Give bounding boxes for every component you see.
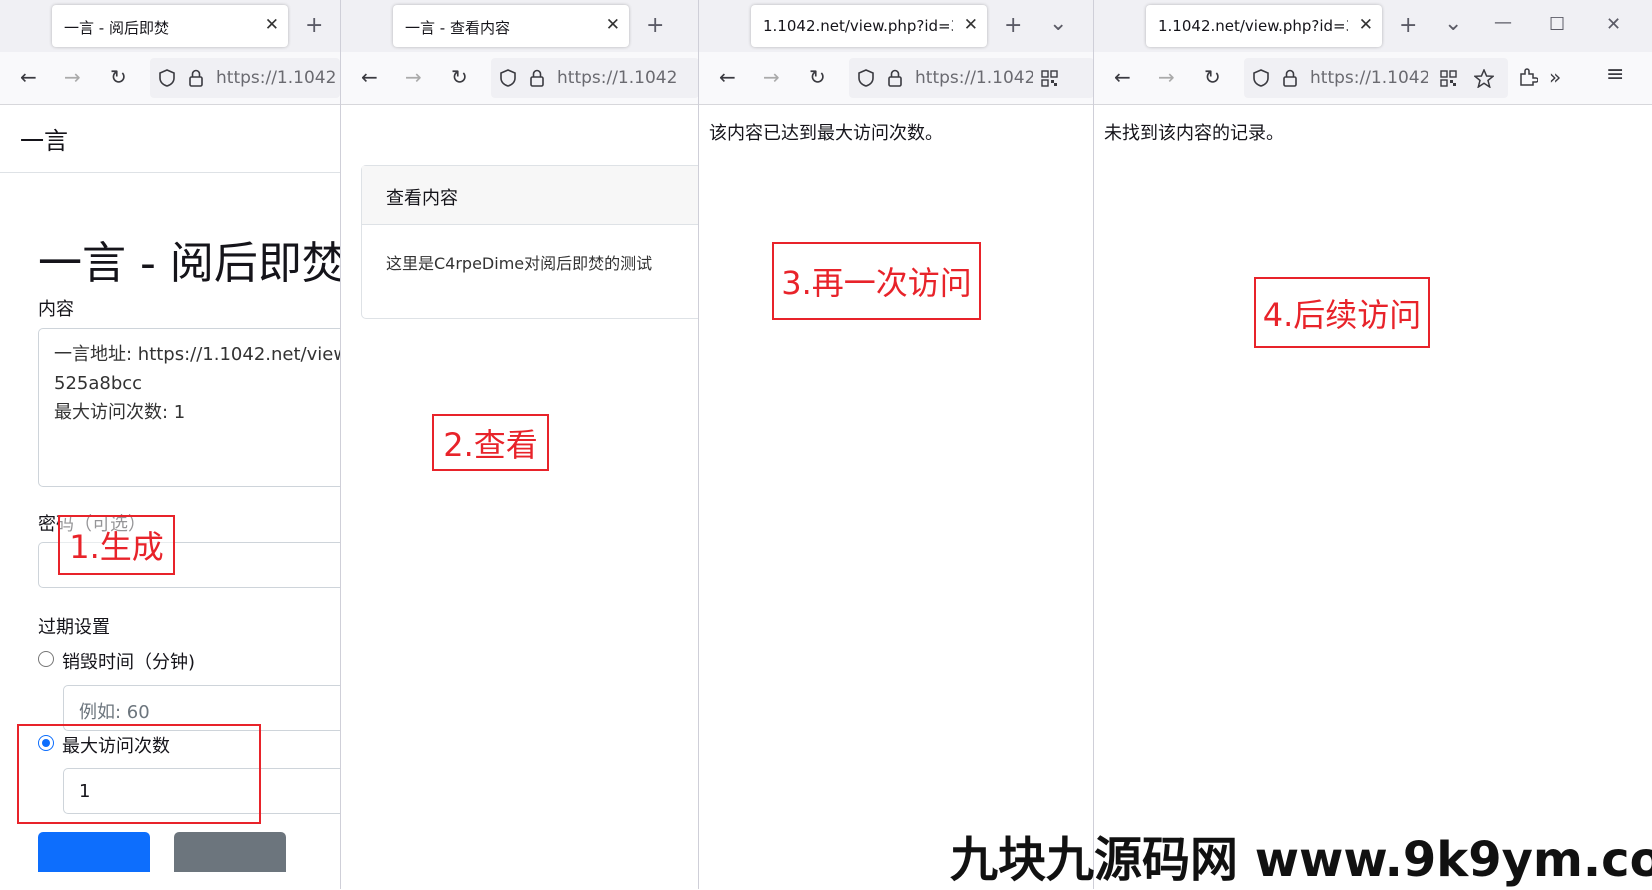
back-icon[interactable]: ← bbox=[20, 66, 37, 88]
menu-icon[interactable]: ≡ bbox=[1606, 64, 1624, 86]
url-text: https://1.1042 bbox=[915, 68, 1033, 88]
tab-view[interactable]: 一言 - 查看内容 ✕ bbox=[393, 5, 629, 47]
annotation-step-4: 4.后续访问 bbox=[1254, 277, 1430, 348]
tab-bar: 1.1042.net/view.php?id=32 ✕ + ⌄ bbox=[699, 0, 1094, 52]
content-label: 内容 bbox=[38, 299, 74, 320]
back-icon[interactable]: ← bbox=[719, 66, 736, 88]
new-tab-icon[interactable]: + bbox=[1004, 15, 1022, 37]
url-text: https://1.1042 bbox=[557, 68, 677, 88]
minimize-icon[interactable]: — bbox=[1494, 12, 1512, 34]
shield-icon bbox=[159, 69, 175, 87]
bookmark-star-icon[interactable] bbox=[1474, 69, 1494, 88]
page-content: 该内容已达到最大访问次数。 3.再一次访问 bbox=[699, 105, 1094, 889]
view-card: 查看内容 这里是C4rpeDime对阅后即焚的测试 bbox=[361, 165, 699, 319]
forward-icon[interactable]: → bbox=[405, 66, 422, 88]
time-placeholder: 例如: 60 bbox=[79, 702, 150, 723]
lock-icon bbox=[189, 69, 203, 87]
forward-icon[interactable]: → bbox=[763, 66, 780, 88]
annotation-highlight-box bbox=[17, 724, 261, 824]
url-bar[interactable]: https://1.1042 bbox=[491, 58, 699, 98]
page-content: 一言 一言 - 阅后即焚 内容 一言地址: https://1.1042.net… bbox=[0, 105, 340, 889]
tab-title: 1.1042.net/view.php?id=32 bbox=[1158, 17, 1348, 35]
url-bar[interactable]: https://1.1042 bbox=[849, 58, 1094, 98]
new-tab-icon[interactable]: + bbox=[1399, 15, 1417, 37]
nav-bar: ← → ↻ https://1.1042 bbox=[341, 52, 699, 105]
site-brand[interactable]: 一言 bbox=[20, 121, 68, 156]
status-message: 未找到该内容的记录。 bbox=[1104, 123, 1284, 144]
tab-title: 一言 - 阅后即焚 bbox=[64, 19, 169, 37]
list-all-tabs-icon[interactable]: ⌄ bbox=[1049, 13, 1067, 35]
new-tab-icon[interactable]: + bbox=[646, 15, 664, 37]
reload-icon[interactable]: ↻ bbox=[110, 66, 127, 88]
browser-window-view: 一言 - 查看内容 ✕ + ← → ↻ https://1.1042 查看内容 … bbox=[340, 0, 699, 889]
card-header: 查看内容 bbox=[362, 166, 699, 225]
submit-button[interactable] bbox=[38, 832, 150, 872]
browser-window-generate: 一言 - 阅后即焚 ✕ + ← → ↻ https://1.1042.net 一… bbox=[0, 0, 340, 889]
overflow-icon[interactable]: » bbox=[1549, 66, 1561, 88]
list-all-tabs-icon[interactable]: ⌄ bbox=[1444, 13, 1462, 35]
tab-close-icon[interactable]: ✕ bbox=[964, 15, 978, 35]
tab-title: 一言 - 查看内容 bbox=[405, 19, 510, 37]
page-title: 一言 - 阅后即焚 bbox=[38, 238, 340, 289]
tab-close-icon[interactable]: ✕ bbox=[265, 15, 279, 35]
browser-window-revisit: 1.1042.net/view.php?id=32 ✕ + ⌄ ← → ↻ ht… bbox=[698, 0, 1094, 889]
secondary-button[interactable] bbox=[174, 832, 286, 872]
radio-time[interactable] bbox=[38, 651, 54, 667]
close-window-icon[interactable]: ✕ bbox=[1606, 14, 1621, 36]
textarea-line: 一言地址: https://1.1042.net/view bbox=[54, 344, 340, 365]
lock-icon bbox=[530, 69, 544, 87]
reload-icon[interactable]: ↻ bbox=[451, 66, 468, 88]
maximize-icon[interactable]: ☐ bbox=[1549, 14, 1565, 36]
browser-window-later: 1.1042.net/view.php?id=32 ✕ + ⌄ — ☐ ✕ ← … bbox=[1093, 0, 1652, 889]
extensions-icon[interactable] bbox=[1518, 67, 1538, 87]
annotation-step-2: 2.查看 bbox=[432, 414, 549, 471]
forward-icon[interactable]: → bbox=[64, 66, 81, 88]
lock-icon bbox=[888, 69, 902, 87]
tab-revisit[interactable]: 1.1042.net/view.php?id=32 ✕ bbox=[751, 5, 987, 47]
option-time-label: 销毁时间（分钟) bbox=[62, 652, 196, 673]
tab-bar: 一言 - 阅后即焚 ✕ + bbox=[0, 0, 340, 52]
annotation-step-3: 3.再一次访问 bbox=[772, 242, 981, 320]
textarea-line: 525a8bcc bbox=[54, 373, 143, 394]
tab-generate[interactable]: 一言 - 阅后即焚 ✕ bbox=[52, 5, 288, 47]
qr-code-icon[interactable] bbox=[1440, 70, 1457, 87]
reload-icon[interactable]: ↻ bbox=[1204, 66, 1221, 88]
lock-icon bbox=[1283, 69, 1297, 87]
tab-bar: 一言 - 查看内容 ✕ + bbox=[341, 0, 699, 52]
status-message: 该内容已达到最大访问次数。 bbox=[709, 123, 943, 144]
shield-icon bbox=[858, 69, 874, 87]
back-icon[interactable]: ← bbox=[361, 66, 378, 88]
tab-later[interactable]: 1.1042.net/view.php?id=32 ✕ bbox=[1146, 5, 1382, 47]
expiry-label: 过期设置 bbox=[38, 617, 110, 638]
url-bar[interactable]: https://1.1042 bbox=[1244, 58, 1508, 98]
shield-icon bbox=[1253, 69, 1269, 87]
shield-icon bbox=[500, 69, 516, 87]
site-navbar: 一言 bbox=[0, 105, 340, 173]
content-textarea[interactable]: 一言地址: https://1.1042.net/view 525a8bcc 最… bbox=[38, 328, 340, 487]
card-body-text: 这里是C4rpeDime对阅后即焚的测试 bbox=[386, 254, 653, 273]
card-header-title: 查看内容 bbox=[386, 188, 458, 209]
url-text: https://1.1042.net bbox=[216, 68, 336, 88]
forward-icon[interactable]: → bbox=[1158, 66, 1175, 88]
page-content: 查看内容 这里是C4rpeDime对阅后即焚的测试 2.查看 bbox=[341, 105, 699, 889]
page-content: 未找到该内容的记录。 4.后续访问 bbox=[1094, 105, 1652, 889]
nav-bar: ← → ↻ https://1.1042 » ≡ bbox=[1094, 52, 1652, 105]
reload-icon[interactable]: ↻ bbox=[809, 66, 826, 88]
qr-code-icon[interactable] bbox=[1041, 70, 1058, 87]
nav-bar: ← → ↻ https://1.1042 bbox=[699, 52, 1094, 105]
url-text: https://1.1042 bbox=[1310, 68, 1428, 88]
url-bar[interactable]: https://1.1042.net bbox=[150, 58, 340, 98]
tab-close-icon[interactable]: ✕ bbox=[1359, 15, 1373, 35]
tab-bar: 1.1042.net/view.php?id=32 ✕ + ⌄ — ☐ ✕ bbox=[1094, 0, 1652, 52]
back-icon[interactable]: ← bbox=[1114, 66, 1131, 88]
tab-title: 1.1042.net/view.php?id=32 bbox=[763, 17, 953, 35]
nav-bar: ← → ↻ https://1.1042.net bbox=[0, 52, 340, 105]
tab-close-icon[interactable]: ✕ bbox=[606, 15, 620, 35]
watermark: 九块九源码网 www.9k9ym.com bbox=[950, 832, 1652, 888]
annotation-step-1: 1.生成 bbox=[58, 515, 175, 575]
textarea-line: 最大访问次数: 1 bbox=[54, 402, 186, 423]
new-tab-icon[interactable]: + bbox=[305, 15, 323, 37]
